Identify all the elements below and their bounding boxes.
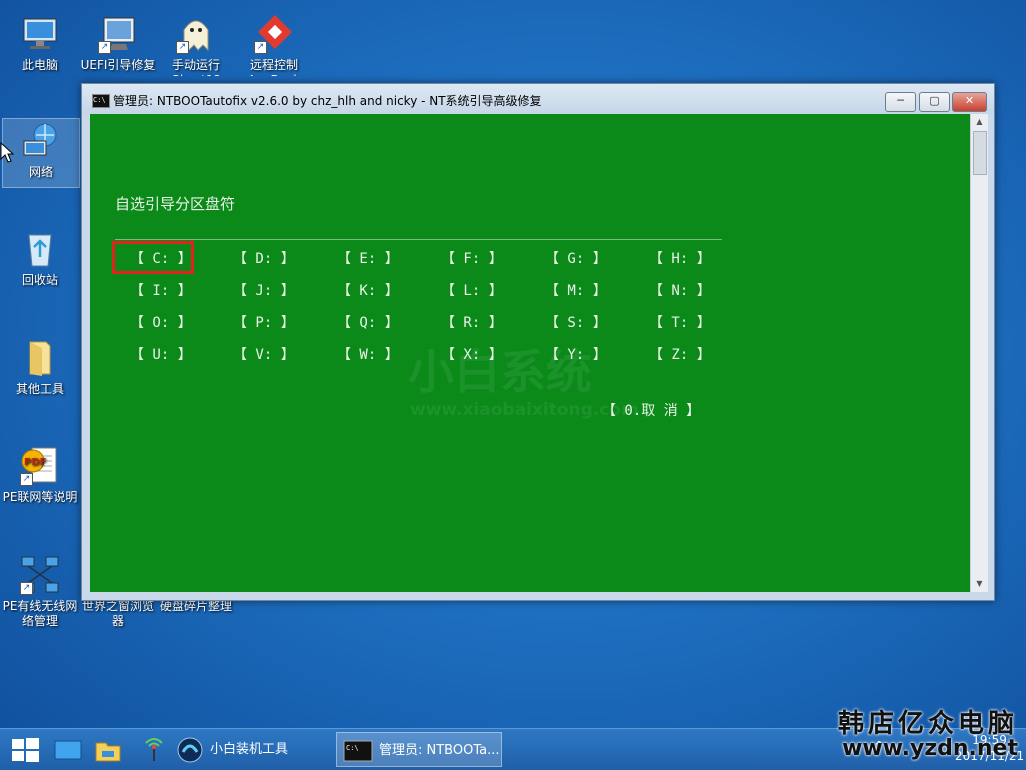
desktop-icon-recycle-bin[interactable]: 回收站 — [2, 229, 78, 288]
shortcut-arrow-icon: ↗ — [176, 41, 189, 54]
drive-option[interactable]: 【 G: 】 — [545, 248, 607, 268]
drive-option[interactable]: 【 U: 】 — [130, 344, 192, 364]
console-heading: 自选引导分区盘符 — [115, 195, 236, 213]
mouse-cursor-icon — [0, 141, 15, 168]
minimize-button[interactable]: ─ — [885, 92, 916, 112]
pdf-icon: PDF ↗ — [20, 446, 60, 486]
close-button[interactable]: ✕ — [952, 92, 987, 112]
drive-option[interactable]: 【 M: 】 — [545, 280, 607, 300]
console-window[interactable]: C:\ 管理员: NTBOOTautofix v2.6.0 by chz_hlh… — [81, 83, 995, 601]
desktop-icon-this-pc[interactable]: 此电脑 — [2, 14, 78, 73]
desktop-icon-label: 此电脑 — [21, 58, 58, 72]
drive-option[interactable]: 【 X: 】 — [441, 344, 503, 364]
brand-watermark: 韩店亿众电脑 www.yzdn.net — [838, 703, 1018, 761]
desktop-icon-uefi-repair[interactable]: ↗ UEFI引导修复 — [80, 14, 156, 73]
divider-line: ________________________________________… — [115, 226, 722, 240]
shortcut-arrow-icon: ↗ — [254, 41, 267, 54]
drive-option[interactable]: 【 I: 】 — [130, 280, 192, 300]
console-output: 小白系统 www.xiaobaixitong.com 自选引导分区盘符 ____… — [90, 114, 970, 592]
anydesk-icon: ↗ — [254, 14, 294, 54]
monitor-tool-icon: ↗ — [98, 14, 138, 54]
ghost-icon: ↗ — [176, 14, 216, 54]
cancel-option[interactable]: 【 0.取 消 】 — [602, 400, 700, 420]
vertical-scrollbar[interactable]: ▲ ▼ — [970, 114, 988, 592]
desktop-icon-label: 回收站 — [21, 273, 58, 287]
start-button[interactable] — [10, 737, 40, 763]
drive-option[interactable]: 【 J: 】 — [233, 280, 295, 300]
network-topology-icon: ↗ — [20, 555, 60, 595]
drive-option[interactable]: 【 O: 】 — [130, 312, 192, 332]
drive-option[interactable]: 【 E: 】 — [337, 248, 399, 268]
drive-option[interactable]: 【 H: 】 — [649, 248, 711, 268]
desktop-icon-label: 远程控制AnyDesk — [248, 58, 301, 76]
network-tray-icon[interactable] — [140, 737, 168, 767]
svg-text:C:\: C:\ — [346, 744, 359, 752]
taskbar-app-xiaobai[interactable]: 小白装机工具 — [176, 732, 334, 767]
drive-option[interactable]: 【 Z: 】 — [649, 344, 711, 364]
drive-option[interactable]: 【 F: 】 — [441, 248, 503, 268]
desktop-icon-label: UEFI引导修复 — [80, 58, 156, 72]
desktop-icon-pe-doc[interactable]: PDF ↗ PE联网等说明 — [2, 446, 78, 505]
cmd-window-icon: C:\ — [92, 94, 110, 108]
desktop-icon-anydesk[interactable]: ↗ 远程控制AnyDesk — [236, 14, 312, 76]
desktop-icon-label: 世界之窗浏览器 — [81, 599, 154, 628]
desktop-icon-label: 手动运行Ghost12 — [171, 58, 221, 76]
taskbar-app-label: 管理员: NTBOOTa... — [379, 743, 500, 758]
drive-option[interactable]: 【 P: 】 — [233, 312, 295, 332]
drive-option[interactable]: 【 W: 】 — [337, 344, 399, 364]
desktop-icon-label: PE有线无线网络管理 — [2, 599, 78, 628]
drive-option[interactable]: 【 D: 】 — [233, 248, 295, 268]
drive-option[interactable]: 【 N: 】 — [649, 280, 711, 300]
scroll-up-icon[interactable]: ▲ — [971, 114, 988, 130]
xiaobai-app-icon — [177, 737, 203, 762]
drive-option[interactable]: 【 L: 】 — [441, 280, 503, 300]
desktop-icon-other-tools[interactable]: 其他工具 — [2, 338, 78, 397]
desktop-icon-label: 其他工具 — [15, 382, 64, 396]
window-title: 管理员: NTBOOTautofix v2.6.0 by chz_hlh and… — [113, 94, 542, 108]
cmd-taskbar-icon: C:\ — [343, 740, 373, 761]
selected-drive-highlight — [112, 241, 194, 274]
monitor-icon — [20, 14, 60, 54]
taskbar-app-ntbootautofix[interactable]: C:\ 管理员: NTBOOTa... — [336, 732, 502, 767]
drive-option[interactable]: 【 T: 】 — [649, 312, 711, 332]
brand-name: 韩店亿众电脑 — [837, 709, 1018, 739]
svg-text:PDF: PDF — [24, 457, 46, 468]
network-globe-icon — [21, 121, 61, 161]
drive-option[interactable]: 【 V: 】 — [233, 344, 295, 364]
scroll-thumb[interactable] — [973, 131, 987, 175]
drive-option[interactable]: 【 K: 】 — [337, 280, 399, 300]
window-titlebar[interactable]: C:\ 管理员: NTBOOTautofix v2.6.0 by chz_hlh… — [82, 84, 994, 114]
windows-logo-icon — [12, 738, 39, 762]
desktop-icon-label: 硬盘碎片整理 — [159, 599, 232, 613]
recycle-bin-icon — [20, 229, 60, 269]
maximize-button[interactable]: ▢ — [919, 92, 950, 112]
drive-option[interactable]: 【 S: 】 — [545, 312, 607, 332]
drive-option[interactable]: 【 Y: 】 — [545, 344, 607, 364]
drive-option[interactable]: 【 R: 】 — [441, 312, 503, 332]
desktop-icon-label: 网络 — [28, 165, 53, 179]
taskbar-app-label: 小白装机工具 — [210, 742, 289, 757]
scroll-down-icon[interactable]: ▼ — [971, 576, 988, 592]
shortcut-arrow-icon: ↗ — [20, 582, 33, 595]
drive-option[interactable]: 【 Q: 】 — [337, 312, 399, 332]
folder-icon — [20, 338, 60, 378]
desktop-taskbar-icon[interactable] — [54, 738, 82, 766]
shortcut-arrow-icon: ↗ — [20, 473, 33, 486]
desktop-icon-ghost[interactable]: ↗ 手动运行Ghost12 — [158, 14, 234, 76]
brand-url: www.yzdn.net — [842, 736, 1018, 761]
file-explorer-icon[interactable] — [94, 737, 122, 767]
shortcut-arrow-icon: ↗ — [98, 41, 111, 54]
desktop-icon-label: PE联网等说明 — [2, 490, 78, 504]
desktop-icon-network-manager[interactable]: ↗ PE有线无线网络管理 — [2, 555, 78, 629]
